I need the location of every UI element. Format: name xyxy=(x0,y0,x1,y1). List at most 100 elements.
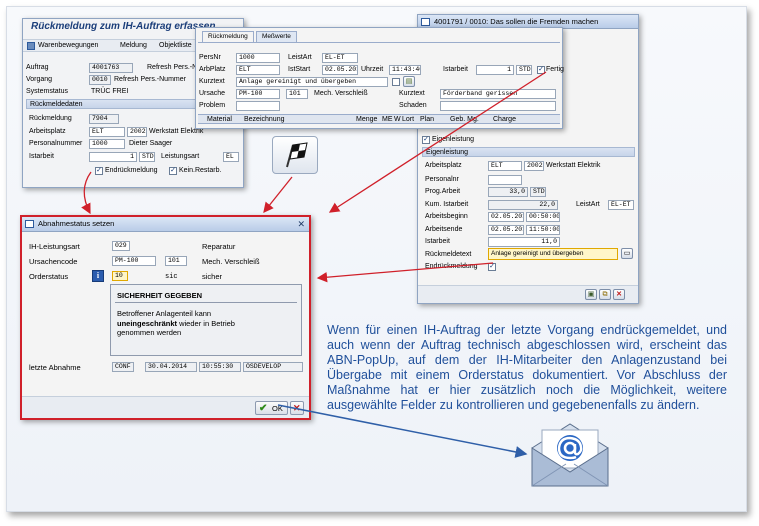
vorgang-field: 0010 xyxy=(89,75,111,85)
ih-leistungsart-field[interactable]: 029 xyxy=(112,241,130,251)
ursachencode-text: Mech. Verschleiß xyxy=(202,257,260,266)
schaden-label: Schaden xyxy=(399,102,427,109)
kum-istarbeit-label: Kum. Istarbeit xyxy=(425,201,469,208)
leistungsart-label: Leistungsart xyxy=(161,153,200,160)
iststart-field[interactable]: 02.05.2014 xyxy=(322,65,358,75)
istarbeit-field[interactable]: 11,0 xyxy=(488,237,560,247)
info-line-3: genommen werden xyxy=(117,328,182,337)
ursachencode-num[interactable]: 101 xyxy=(165,256,187,266)
col-w[interactable]: W xyxy=(394,115,401,125)
cancel-icon: ✕ xyxy=(293,403,301,413)
kurztext2-label: Kurztext xyxy=(399,90,425,97)
leistart-field[interactable]: EL-ET xyxy=(322,53,358,63)
endrueckmeldung-checkbox[interactable]: ✓ xyxy=(95,167,103,175)
col-charge[interactable]: Charge xyxy=(493,115,516,125)
letzte-date-field: 30.04.2014 xyxy=(145,362,197,372)
info-bold: uneingeschränkt xyxy=(117,318,178,328)
ursache-num-field[interactable]: 101 xyxy=(286,89,308,99)
eigenleistung-checkbox[interactable]: ✓ xyxy=(422,136,430,144)
orderstatus-field[interactable]: 10 xyxy=(112,271,128,281)
col-me[interactable]: ME xyxy=(382,115,393,125)
col-geb-mg[interactable]: Geb. Mg. xyxy=(450,115,479,125)
save-icon[interactable]: ▣ xyxy=(585,289,597,300)
rueckmeldetext-field[interactable]: Anlage gereinigt und übergeben xyxy=(488,248,618,260)
kurztext2-field[interactable]: Förderband gerissen xyxy=(440,89,556,99)
personalnr-label: Personalnr xyxy=(425,176,459,183)
info-line-2: wieder in Betrieb xyxy=(177,318,235,328)
person-name: Dieter Saager xyxy=(129,140,173,147)
uhrzeit-field[interactable]: 11:43:40 xyxy=(389,65,421,75)
toolbar-warenbewegungen[interactable]: Warenbewegungen xyxy=(38,41,98,51)
rueckmeldetext-label: Rückmeldetext xyxy=(425,251,472,258)
letzte-user-field: OSDEVELOP xyxy=(243,362,303,372)
istarbeit-unit[interactable]: STD xyxy=(516,65,532,75)
toolbar-objektliste[interactable]: Objektliste xyxy=(159,41,192,51)
istarbeit-field[interactable]: 1 xyxy=(89,152,137,162)
tab-messwerte[interactable]: Meßwerte xyxy=(256,31,297,42)
arbplatz-field[interactable]: ELT xyxy=(236,65,280,75)
cancel-icon[interactable]: ✕ xyxy=(613,289,625,300)
werk-field[interactable]: 2002 xyxy=(127,127,147,137)
fertig-checkbox[interactable]: ✓ xyxy=(537,66,545,74)
long-text-icon[interactable]: ▭ xyxy=(621,248,633,259)
ursachencode-field[interactable]: PM-100 xyxy=(112,256,156,266)
checkered-flag-icon xyxy=(272,136,318,174)
close-icon[interactable]: ✕ xyxy=(297,217,305,231)
ih-leistungsart-label: IH-Leistungsart xyxy=(29,242,80,251)
leistart-field[interactable]: EL-ET xyxy=(608,200,634,210)
col-lort[interactable]: Lort xyxy=(402,115,414,125)
personalnummer-field[interactable]: 1000 xyxy=(89,139,125,149)
arbeitsplatz-field[interactable]: ELT xyxy=(89,127,125,137)
problem-field[interactable] xyxy=(236,101,280,111)
systemstatus-label: Systemstatus xyxy=(26,88,69,95)
arbeitsende-time[interactable]: 11:50:00 xyxy=(526,225,560,235)
kein-restarbeit-checkbox[interactable]: ✓ xyxy=(169,167,177,175)
abnahme-title: Abnahmestatus setzen ✕ xyxy=(22,217,309,232)
ursachencode-label: Ursachencode xyxy=(29,257,78,266)
arbeitsbeginn-date[interactable]: 02.05.2014 xyxy=(488,212,524,222)
arbeitsende-date[interactable]: 02.05.2014 xyxy=(488,225,524,235)
endrueckmeldung-label: Endrückmeldung xyxy=(425,263,478,270)
leistungsart-field[interactable]: EL xyxy=(223,152,239,162)
istarbeit-field[interactable]: 1 xyxy=(476,65,514,75)
ok-button[interactable]: ✔ OK xyxy=(255,401,288,415)
kurztext-field[interactable]: Anlage gereinigt und übergeben xyxy=(236,77,388,87)
status-info-box: SICHERHEIT GEGEBEN Betroffener Anlagente… xyxy=(110,284,302,356)
arbeitsplatz-text: Werkstatt Elektrik xyxy=(546,162,601,169)
kum-istarbeit-field: 22,0 xyxy=(488,200,558,210)
info-icon[interactable]: i xyxy=(92,270,104,282)
arbeitsbeginn-time[interactable]: 00:50:00 xyxy=(526,212,560,222)
col-menge[interactable]: Menge xyxy=(356,115,377,125)
longtext-checkbox[interactable] xyxy=(392,78,400,86)
endrueckmeldung-checkbox[interactable]: ✓ xyxy=(488,263,496,271)
systemstatus-value: TRÜC FREI xyxy=(91,88,129,95)
col-bezeichnung[interactable]: Bezeichnung xyxy=(244,115,284,125)
tab-rueckmeldung[interactable]: Rückmeldung xyxy=(202,31,254,42)
orderstatus-label: Orderstatus xyxy=(29,272,69,281)
prog-arbeit-unit: STD xyxy=(530,187,546,197)
schaden-field[interactable] xyxy=(440,101,556,111)
persnr-field[interactable]: 1000 xyxy=(236,53,280,63)
ursache-text: Mech. Verschleiß xyxy=(314,90,368,97)
rueckmeldung-label: Rückmeldung xyxy=(29,115,72,122)
istarbeit-unit[interactable]: STD xyxy=(139,152,155,162)
istarbeit-label: Istarbeit xyxy=(29,153,54,160)
istarbeit-label: Istarbeit xyxy=(443,66,468,73)
col-plan[interactable]: Plan xyxy=(420,115,434,125)
iststart-label: IstStart xyxy=(288,66,311,73)
ursache-field[interactable]: PM-100 xyxy=(236,89,280,99)
werk-field[interactable]: 2002 xyxy=(524,161,544,171)
arbeitsende-label: Arbeitsende xyxy=(425,226,463,233)
arbplatz-label: ArbPlatz xyxy=(199,66,226,73)
arbeitsplatz-field[interactable]: ELT xyxy=(488,161,522,171)
abnahme-dialog: Abnahmestatus setzen ✕ IH-Leistungsart 0… xyxy=(20,215,311,420)
window-title: Rückmeldung zum IH-Auftrag erfassen xyxy=(31,21,216,32)
toolbar-meldung[interactable]: Meldung xyxy=(120,41,147,51)
eigenleistung-check-label: Eigenleistung xyxy=(432,136,475,143)
cancel-button[interactable]: ✕ xyxy=(290,401,304,415)
personalnr-field[interactable] xyxy=(488,175,522,185)
copy-icon[interactable]: ⧉ xyxy=(599,289,611,300)
longtext-icon[interactable]: ▤ xyxy=(403,76,415,87)
col-material[interactable]: Material xyxy=(207,115,232,125)
vorgang-text: Refresh Pers.-Nummer xyxy=(114,76,186,83)
